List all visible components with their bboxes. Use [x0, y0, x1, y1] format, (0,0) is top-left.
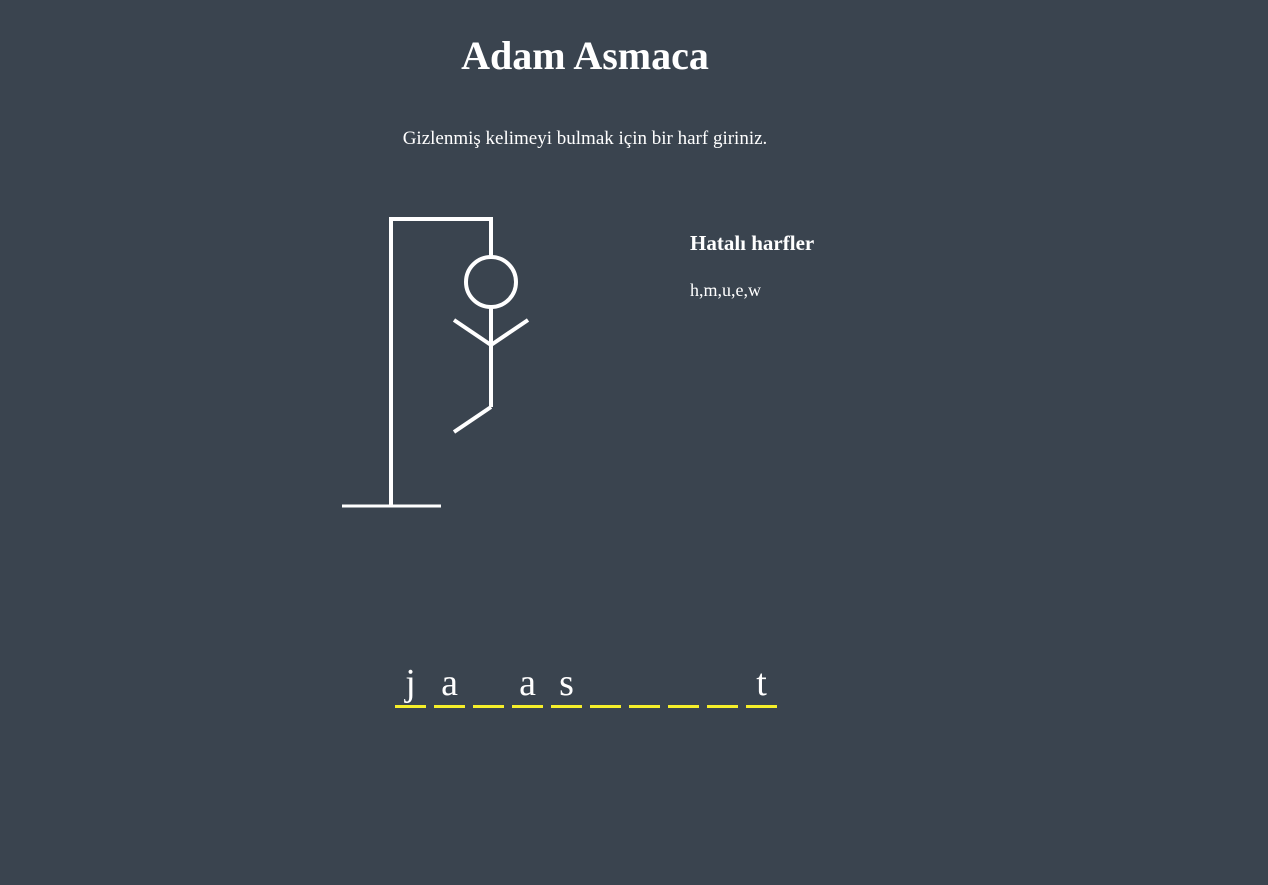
letter-slot: j [395, 662, 426, 708]
hangman-head [464, 255, 518, 309]
hangman-left-leg [452, 405, 493, 434]
letter-slot [473, 662, 504, 708]
letter-slot: a [434, 662, 465, 708]
wrong-letters-panel: Hatalı harfler h,m,u,e,w [690, 229, 814, 301]
wrong-letters-heading: Hatalı harfler [690, 231, 815, 255]
letter-slot [707, 662, 738, 708]
hangman-drawing [342, 217, 530, 508]
word-slots: j a a s t [395, 662, 777, 708]
letter-slot [590, 662, 621, 708]
hangman-right-arm [489, 318, 530, 347]
page-title: Adam Asmaca [461, 33, 709, 78]
wrong-letters-list: h,m,u,e,w [690, 280, 761, 300]
instruction-text: Gizlenmiş kelimeyi bulmak için bir harf … [402, 128, 768, 149]
letter-slot [668, 662, 699, 708]
letter-slot: a [512, 662, 543, 708]
letter-slot: t [746, 662, 777, 708]
letter-slot: s [551, 662, 582, 708]
hangman-left-arm [452, 318, 493, 347]
letter-slot [629, 662, 660, 708]
